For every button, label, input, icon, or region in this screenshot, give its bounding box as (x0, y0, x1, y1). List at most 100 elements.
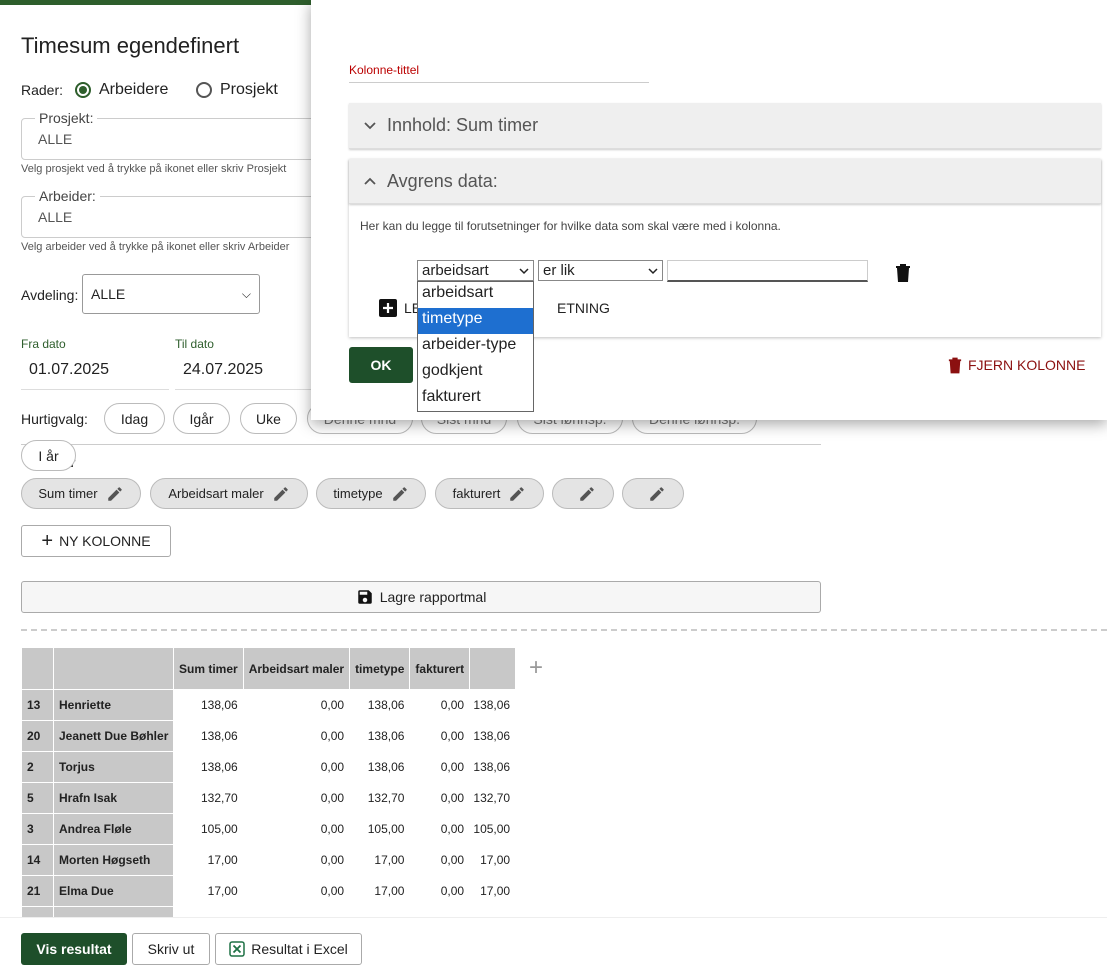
column-chip-arbeidsart-maler[interactable]: Arbeidsart maler (150, 478, 308, 509)
cell-value: 138,06 (349, 720, 411, 752)
table-row: 3 Andrea Fløle 105,00 0,00 105,00 0,00 1… (21, 813, 517, 845)
cell-value: 138,06 (349, 751, 411, 783)
fra-dato-input[interactable]: 01.07.2025 (29, 361, 109, 379)
dropdown-option[interactable]: godkjent (418, 360, 533, 386)
cell-value: 138,06 (469, 689, 517, 721)
ok-button[interactable]: OK (349, 347, 413, 383)
prosjekt-legend: Prosjekt: (35, 110, 98, 126)
cell-value: 138,06 (173, 720, 244, 752)
avdeling-select[interactable]: ALLE ⌵ (82, 274, 260, 314)
avdeling-value: ALLE (91, 286, 126, 302)
cell-value: 0,00 (242, 782, 351, 814)
table-row: 5 Hrafn Isak 132,70 0,00 132,70 0,00 132… (21, 782, 517, 814)
radio-prosjekt[interactable]: Prosjekt (196, 81, 278, 99)
column-chip-empty[interactable] (552, 478, 614, 509)
innhold-accordion[interactable]: Innhold: Sum timer (349, 103, 1101, 149)
cell-value: 138,06 (173, 689, 244, 721)
column-chip-fakturert[interactable]: fakturert (435, 478, 544, 509)
avgrens-accordion-header[interactable]: Avgrens data: (349, 159, 1101, 204)
row-id: 5 (21, 782, 54, 814)
column-chip-sum-timer[interactable]: Sum timer (21, 478, 141, 509)
cell-value: 17,00 (469, 844, 517, 876)
column-chip-label: Sum timer (38, 486, 98, 501)
row-name: Henriette (53, 689, 174, 721)
cell-value: 17,00 (349, 844, 411, 876)
row-name: Elma Due (53, 875, 174, 907)
radio-selected-icon (75, 82, 91, 98)
cell-value: 17,00 (173, 844, 244, 876)
prosjekt-value: ALLE (38, 131, 73, 147)
cell-value: 132,70 (349, 782, 411, 814)
header-timetype[interactable]: timetype (349, 647, 411, 690)
results-table: Sum timer Arbeidsart maler timetype fakt… (21, 647, 517, 938)
dropdown-option-highlighted[interactable]: timetype (418, 308, 533, 334)
column-chip-label: fakturert (452, 486, 501, 501)
arbeider-value: ALLE (38, 209, 73, 225)
radio-unselected-icon (196, 82, 212, 98)
pencil-icon (510, 486, 525, 501)
column-chip-timetype[interactable]: timetype (316, 478, 426, 509)
quick-i-ar-button[interactable]: I år (21, 440, 76, 471)
hurtigvalg-label: Hurtigvalg: (21, 411, 88, 427)
header-fakturert[interactable]: fakturert (409, 647, 471, 690)
cell-value: 132,70 (469, 782, 517, 814)
table-row: 14 Morten Høgseth 17,00 0,00 17,00 0,00 … (21, 844, 517, 876)
row-id: 2 (21, 751, 54, 783)
chevron-down-icon (648, 267, 658, 274)
skriv-ut-label: Skriv ut (147, 941, 195, 957)
cell-value: 138,06 (469, 751, 517, 783)
cell-value: 0,00 (242, 844, 351, 876)
table-row: 20 Jeanett Due Bøhler 138,06 0,00 138,06… (21, 720, 517, 752)
field-select[interactable]: arbeidsart (417, 260, 534, 281)
save-template-button[interactable]: Lagre rapportmal (21, 581, 821, 613)
rows-label: Rader: (21, 82, 64, 98)
cell-value: 0,00 (409, 844, 471, 876)
header-arbeidsart-maler[interactable]: Arbeidsart maler (242, 647, 351, 690)
cell-value: 0,00 (409, 782, 471, 814)
dropdown-option[interactable]: arbeider-type (418, 334, 533, 360)
remove-column-label: FJERN KOLONNE (968, 357, 1086, 373)
innhold-title: Innhold: Sum timer (387, 115, 539, 135)
cell-value: 0,00 (242, 751, 351, 783)
header-sum-timer[interactable]: Sum timer (173, 647, 244, 690)
remove-column-button[interactable]: FJERN KOLONNE (948, 356, 1085, 374)
condition-value-input[interactable] (667, 260, 868, 282)
cell-value: 138,06 (349, 689, 411, 721)
excel-button[interactable]: Resultat i Excel (215, 933, 362, 965)
new-column-button[interactable]: + NY KOLONNE (21, 525, 171, 557)
trash-icon[interactable] (895, 263, 911, 282)
add-column-icon[interactable]: + (529, 654, 543, 682)
row-name: Torjus (53, 751, 174, 783)
quick-uke-button[interactable]: Uke (240, 403, 297, 434)
table-row: 13 Henriette 138,06 0,00 138,06 0,00 138… (21, 689, 517, 721)
column-chip-label: timetype (333, 486, 383, 501)
row-id: 21 (21, 875, 54, 907)
kolonne-tittel-input[interactable] (349, 80, 649, 83)
pencil-icon (392, 486, 407, 501)
row-name: Morten Høgseth (53, 844, 174, 876)
pencil-icon (650, 486, 664, 501)
row-id: 14 (21, 844, 54, 876)
add-condition-button[interactable]: LE (379, 299, 421, 317)
chevron-up-icon (364, 177, 376, 185)
header-id (21, 647, 54, 690)
column-chip-empty[interactable] (622, 478, 684, 509)
pencil-icon (580, 486, 594, 501)
field-select-dropdown: arbeidsart timetype arbeider-type godkje… (417, 281, 534, 412)
prosjekt-help: Velg prosjekt ved å trykke på ikonet ell… (21, 163, 287, 175)
skriv-ut-button[interactable]: Skriv ut (132, 933, 210, 965)
quick-idag-button[interactable]: Idag (104, 403, 165, 434)
dropdown-option[interactable]: fakturert (418, 386, 533, 412)
vis-resultat-button[interactable]: Vis resultat (21, 933, 127, 965)
quick-igar-button[interactable]: Igår (173, 403, 230, 434)
cell-value: 0,00 (242, 875, 351, 907)
cell-value: 105,00 (349, 813, 411, 845)
til-dato-input[interactable]: 24.07.2025 (183, 361, 263, 379)
column-edit-dialog: Kolonne-tittel Innhold: Sum timer Avgren… (311, 0, 1107, 420)
header-empty[interactable] (469, 647, 517, 690)
dropdown-option[interactable]: arbeidsart (418, 282, 533, 308)
radio-arbeidere[interactable]: Arbeidere (75, 81, 168, 99)
row-name: Hrafn Isak (53, 782, 174, 814)
plus-box-icon (379, 299, 397, 317)
operator-select[interactable]: er lik (538, 260, 663, 281)
